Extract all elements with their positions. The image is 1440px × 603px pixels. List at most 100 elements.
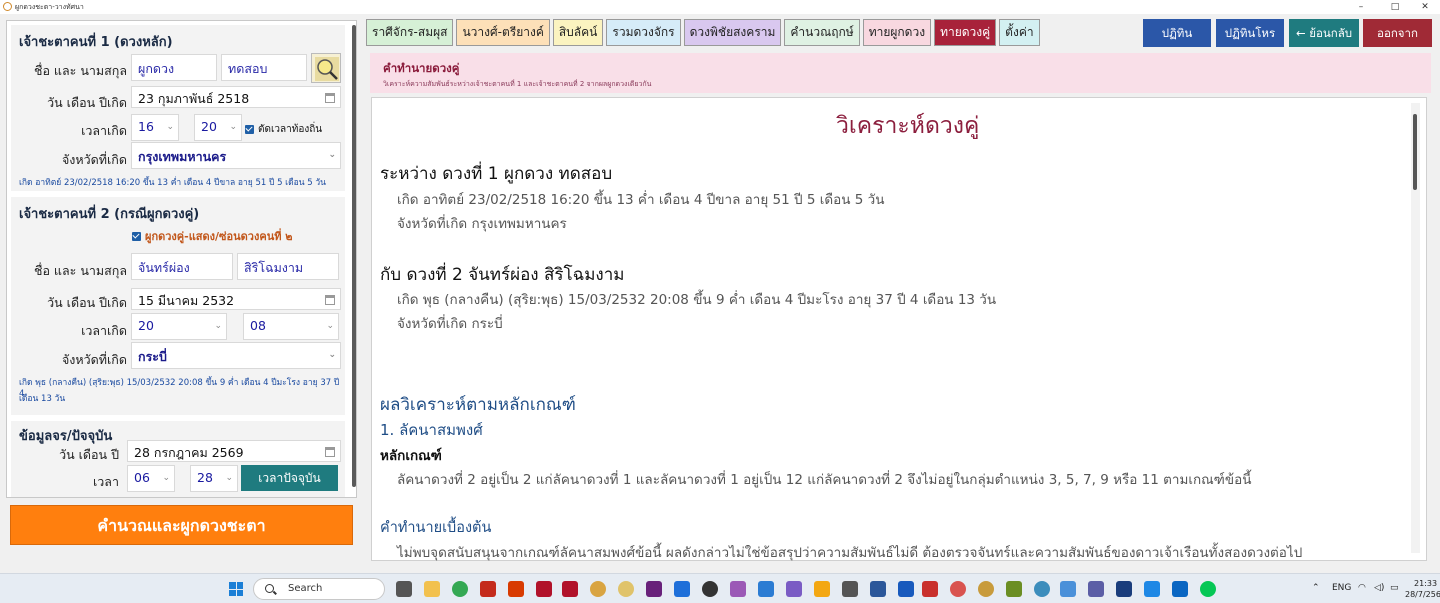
person1-hour-select[interactable]: 16 ⌄ <box>131 114 179 141</box>
tab-predict-chart[interactable]: ทายผูกดวง <box>862 19 932 46</box>
search-placeholder: Search <box>288 583 323 594</box>
person2-detail: เกิด พุธ (กลางคืน) (สุริย:พุธ) 15/03/253… <box>397 292 997 308</box>
app-gray-icon[interactable] <box>842 581 858 597</box>
person1-province-label: จังหวัดที่เกิด <box>61 152 127 167</box>
visual-studio-icon[interactable] <box>646 581 662 597</box>
person2-date-value: 15 มีนาคม 2532 <box>138 293 235 308</box>
person1-time-label: เวลาเกิด <box>81 123 127 138</box>
local-time-checkbox[interactable]: ตัดเวลาท้องถิ่น <box>245 122 322 137</box>
person2-minute-select[interactable]: 08 ⌄ <box>243 313 339 340</box>
tab-couple-prediction[interactable]: ทายดวงคู่ <box>934 19 997 46</box>
tab-navamsa[interactable]: นวางศ์-ตรียางค์ <box>456 19 550 46</box>
current-time-label: เวลา <box>93 474 119 489</box>
app-azure-icon[interactable] <box>1144 581 1160 597</box>
calendar-icon <box>325 295 335 305</box>
word2-icon[interactable] <box>898 581 914 597</box>
taskbar-search[interactable]: Search <box>253 578 385 600</box>
prediction-heading: คำทำนายเบื้องต้น <box>380 520 492 536</box>
word-icon[interactable] <box>870 581 886 597</box>
person1-date-picker[interactable]: 23 กุมภาพันธ์ 2518 <box>131 86 341 108</box>
current-title: ข้อมูลจร/ปัจจุบัน <box>19 429 113 444</box>
checkbox-checked-icon <box>132 231 141 241</box>
app-purple-icon[interactable] <box>786 581 802 597</box>
input-language[interactable]: ENG <box>1332 583 1351 593</box>
person2-hour-value: 20 <box>138 318 154 333</box>
tab-settings[interactable]: ตั้งค่า <box>999 19 1040 46</box>
astro-app-active-icon[interactable] <box>618 581 634 597</box>
person2-last-name-input[interactable]: สิริโฉมงาม <box>237 253 339 280</box>
person2-first-name-input[interactable]: จันทร์ผ่อง <box>131 253 233 280</box>
photos-icon[interactable] <box>730 581 746 597</box>
file-explorer-icon[interactable] <box>424 581 440 597</box>
person1-info: เกิด อาทิตย์ 23/02/2518 16:20 ขึ้น 13 ค่… <box>19 178 326 188</box>
volume-icon[interactable]: ◁) <box>1374 583 1384 593</box>
current-date-picker[interactable]: 28 กรกฎาคม 2569 <box>127 440 341 462</box>
calculate-button[interactable]: คำนวณและผูกดวงชะตา <box>10 505 353 545</box>
person2-name-label: ชื่อ และ นามสกุล <box>33 263 127 278</box>
chevron-down-icon: ⌄ <box>328 350 336 360</box>
person-photo-icon[interactable] <box>311 53 341 83</box>
show-person2-checkbox[interactable]: ผูกดวงคู่-แสดง/ซ่อนดวงคนที่ ๒ <box>132 227 293 245</box>
person1-section: เจ้าชะตาคนที่ 1 (ดวงหลัก) ชื่อ และ นามสก… <box>11 25 345 191</box>
exit-button[interactable]: ออกจาก <box>1363 19 1432 47</box>
chevron-down-icon: ⌄ <box>229 122 237 132</box>
app-blue-icon[interactable] <box>1088 581 1104 597</box>
current-date-label: วัน เดือน ปี <box>59 447 119 462</box>
current-minute-select[interactable]: 28 ⌄ <box>190 465 238 492</box>
app-globe-icon[interactable] <box>1034 581 1050 597</box>
current-hour-select[interactable]: 06 ⌄ <box>127 465 175 492</box>
person1-province-value: กรุงเทพมหานคร <box>138 149 227 164</box>
wifi-icon[interactable]: ◠ <box>1358 583 1366 593</box>
vscode-icon[interactable] <box>674 581 690 597</box>
app-red-icon[interactable] <box>480 581 496 597</box>
app-darkblue-icon[interactable] <box>1116 581 1132 597</box>
app-thai-text-icon[interactable] <box>922 581 938 597</box>
person2-hour-select[interactable]: 20 ⌄ <box>131 313 227 340</box>
person1-minute-select[interactable]: 20 ⌄ <box>194 114 242 141</box>
tab-ten-lagna[interactable]: สิบลัคน์ <box>552 19 604 46</box>
app-orange-icon[interactable] <box>508 581 524 597</box>
checkbox-checked-icon <box>245 125 254 134</box>
tab-zodiac[interactable]: ราศีจักร-สมผุส <box>366 19 454 46</box>
taskbar-clock[interactable]: 21:33 28/7/2569 <box>1405 578 1440 600</box>
current-date-value: 28 กรกฎาคม 2569 <box>134 445 244 460</box>
person1-province-select[interactable]: กรุงเทพมหานคร ⌄ <box>131 142 341 169</box>
chrome-icon[interactable] <box>452 581 468 597</box>
minimize-button[interactable]: – <box>1348 0 1374 14</box>
chevron-down-icon: ⌄ <box>326 321 334 331</box>
astro-app-icon[interactable] <box>590 581 606 597</box>
astro-calendar-button[interactable]: ปฏิทินโหร <box>1216 19 1284 47</box>
left-panel-scrollbar[interactable] <box>352 25 356 487</box>
app-coin-icon[interactable] <box>978 581 994 597</box>
chatgpt-icon[interactable] <box>702 581 718 597</box>
back-button[interactable]: ← ย้อนกลับ <box>1289 19 1359 47</box>
chevron-down-icon: ⌄ <box>214 321 222 331</box>
close-button[interactable]: ✕ <box>1412 0 1438 14</box>
task-view-icon[interactable] <box>396 581 412 597</box>
line-app-icon[interactable] <box>1200 581 1216 597</box>
app-blue2-icon[interactable] <box>1172 581 1188 597</box>
person2-date-picker[interactable]: 15 มีนาคม 2532 <box>131 288 341 310</box>
battery-icon[interactable]: ▭ <box>1390 583 1399 593</box>
person1-first-name-input[interactable]: ผูกดวง <box>131 54 217 81</box>
person2-province-select[interactable]: กระบี่ ⌄ <box>131 342 341 369</box>
app-network-icon[interactable] <box>1060 581 1076 597</box>
app-circle-red-icon[interactable] <box>950 581 966 597</box>
windows-start-icon[interactable] <box>229 582 243 596</box>
calculator-icon[interactable] <box>758 581 774 597</box>
tab-auspicious[interactable]: คำนวณฤกษ์ <box>784 19 860 46</box>
app-thai-red2-icon[interactable] <box>562 581 578 597</box>
tab-war-chart[interactable]: ดวงพิชัยสงคราม <box>683 19 782 46</box>
content-scrollbar-thumb[interactable] <box>1413 114 1417 190</box>
calendar-button[interactable]: ปฏิทิน <box>1143 19 1211 47</box>
maximize-button[interactable]: □ <box>1382 0 1408 14</box>
tray-chevron-icon[interactable]: ⌃ <box>1312 583 1320 593</box>
settings-gear-icon[interactable] <box>814 581 830 597</box>
tab-combined-chart[interactable]: รวมดวงจักร <box>606 19 681 46</box>
app-thai-red-icon[interactable] <box>536 581 552 597</box>
now-time-button[interactable]: เวลาปัจจุบัน <box>241 465 338 491</box>
app-green-icon[interactable] <box>1006 581 1022 597</box>
prediction-header-title: คำทำนายดวงคู่ <box>383 61 460 75</box>
person1-minute-value: 20 <box>201 119 217 134</box>
person1-last-name-input[interactable]: ทดสอบ <box>221 54 307 81</box>
